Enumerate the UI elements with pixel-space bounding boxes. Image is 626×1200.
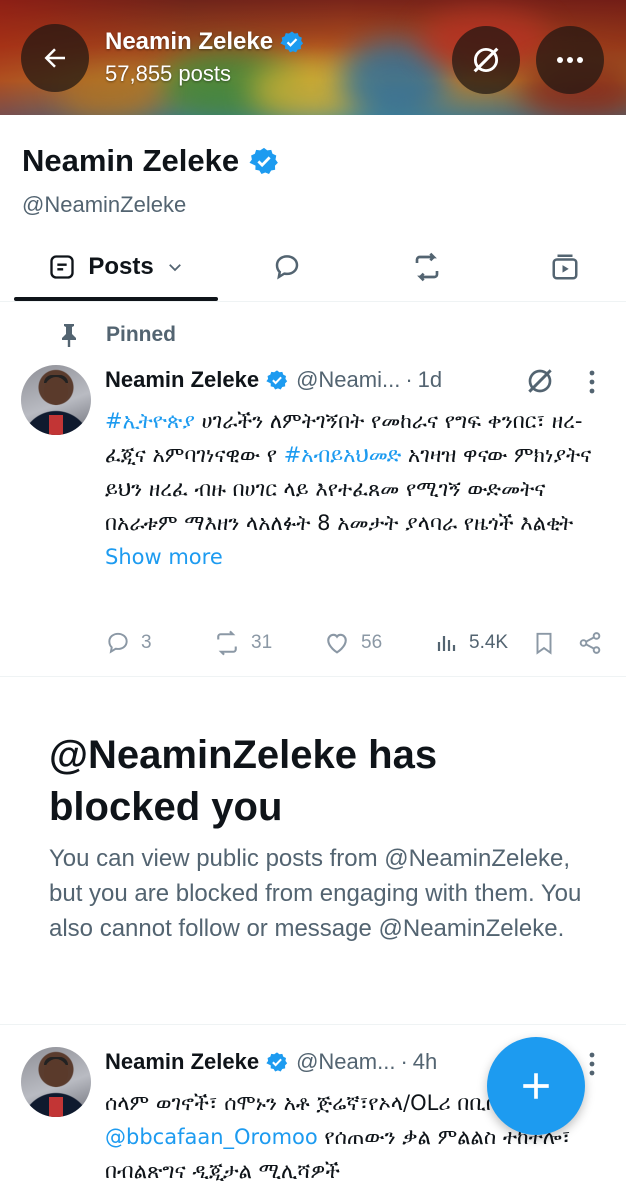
pinned-indicator: Pinned bbox=[58, 322, 176, 348]
plus-icon bbox=[523, 1073, 549, 1099]
reply-button[interactable]: 3 bbox=[105, 625, 152, 661]
heart-icon bbox=[327, 633, 347, 654]
post-actions: 3 31 56 5.4K bbox=[105, 625, 605, 661]
tab-media[interactable] bbox=[530, 232, 600, 302]
header-post-count: 57,855 posts bbox=[105, 61, 231, 86]
blocked-notice-body: You can view public posts from @NeaminZe… bbox=[49, 845, 582, 942]
repost-icon bbox=[217, 630, 237, 656]
like-count: 56 bbox=[361, 632, 383, 653]
views-button[interactable]: 5.4K bbox=[435, 625, 508, 661]
more-options-button[interactable] bbox=[536, 26, 604, 94]
back-button[interactable] bbox=[21, 24, 89, 92]
divider bbox=[0, 676, 626, 677]
pin-icon bbox=[62, 324, 76, 347]
blocked-notice-title: @NeaminZeleke has blocked you bbox=[49, 733, 438, 829]
profile-header-banner bbox=[0, 0, 626, 115]
verified-badge-icon bbox=[280, 31, 304, 53]
grok-icon[interactable] bbox=[524, 365, 556, 397]
arrow-left-icon bbox=[44, 48, 65, 68]
media-video-icon bbox=[552, 254, 578, 280]
share-icon bbox=[579, 632, 601, 654]
profile-handle: @NeaminZeleke bbox=[22, 192, 187, 217]
tab-posts-label: Posts bbox=[88, 253, 154, 280]
separator-dot: · bbox=[405, 367, 413, 392]
post-author-handle[interactable]: @Neam... bbox=[296, 1049, 395, 1075]
bookmark-button[interactable] bbox=[531, 625, 557, 661]
verified-badge-icon bbox=[266, 1052, 288, 1072]
chevron-down-icon bbox=[168, 264, 181, 272]
tab-posts[interactable]: Posts bbox=[14, 232, 218, 302]
like-button[interactable]: 56 bbox=[323, 625, 382, 661]
share-button[interactable] bbox=[577, 625, 603, 661]
reply-bubble-icon bbox=[275, 255, 299, 280]
pinned-label: Pinned bbox=[106, 323, 177, 346]
mention-link[interactable]: @bbcafaan_Oromoo bbox=[105, 1125, 318, 1149]
divider bbox=[0, 1024, 626, 1025]
post-author-handle[interactable]: @Neami... bbox=[296, 367, 400, 393]
profile-name: Neamin Zeleke bbox=[22, 143, 279, 179]
repost-button[interactable]: 31 bbox=[213, 625, 272, 661]
post-author-name[interactable]: Neamin Zeleke bbox=[105, 1049, 259, 1075]
bookmark-icon bbox=[536, 632, 552, 655]
post-more-options-icon[interactable] bbox=[582, 1049, 602, 1079]
post-text-segment: ሰላም ወገኖች፣ ሰሞኑን አቶ ጅሬኛ፣የኦላ/OL bbox=[105, 1091, 439, 1115]
post-text[interactable]: #ኢትዮጵያ ሀገራችን ለምትገኝበት የመከራና የግፍ ቀንበር፣ ዘረ-… bbox=[105, 404, 605, 574]
repost-count: 31 bbox=[251, 632, 273, 653]
profile-name-text: Neamin Zeleke bbox=[22, 143, 240, 178]
avatar[interactable] bbox=[21, 1047, 91, 1117]
reply-count: 3 bbox=[141, 632, 152, 653]
post-header: Neamin Zeleke @Neami... · 1d bbox=[105, 367, 442, 393]
separator-dot: · bbox=[400, 1049, 408, 1074]
post-more-options-icon[interactable] bbox=[582, 367, 602, 397]
active-tab-indicator bbox=[14, 297, 218, 301]
more-horizontal-icon bbox=[557, 57, 583, 63]
profile-tabs: Posts bbox=[0, 232, 626, 302]
post-timestamp[interactable]: 4h bbox=[413, 1049, 437, 1075]
header-name: Neamin Zeleke bbox=[105, 28, 304, 56]
hashtag-link[interactable]: #አብይአህመድ bbox=[284, 443, 402, 467]
compose-post-button[interactable] bbox=[487, 1037, 585, 1135]
grok-icon bbox=[473, 47, 499, 73]
post-timestamp[interactable]: 1d bbox=[418, 367, 442, 393]
tab-reposts[interactable] bbox=[392, 232, 462, 302]
avatar[interactable] bbox=[21, 365, 91, 435]
hashtag-link[interactable]: #ኢትዮጵያ bbox=[105, 409, 195, 433]
show-more-link[interactable]: Show more bbox=[105, 545, 223, 569]
grok-button[interactable] bbox=[452, 26, 520, 94]
verified-badge-icon bbox=[266, 370, 288, 390]
post-author-name[interactable]: Neamin Zeleke bbox=[105, 367, 259, 393]
views-chart-icon bbox=[437, 636, 456, 651]
view-count: 5.4K bbox=[469, 632, 509, 653]
tab-replies[interactable] bbox=[252, 232, 322, 302]
header-name-text: Neamin Zeleke bbox=[105, 28, 274, 55]
post-header: Neamin Zeleke @Neam... · 4h bbox=[105, 1049, 437, 1075]
repost-icon bbox=[415, 252, 439, 282]
reply-icon bbox=[108, 632, 128, 654]
verified-badge-icon bbox=[249, 147, 278, 174]
posts-tab-icon bbox=[50, 255, 74, 279]
